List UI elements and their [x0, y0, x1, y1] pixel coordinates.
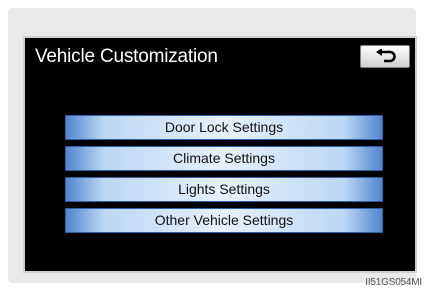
back-button[interactable] — [360, 45, 410, 68]
settings-menu: Door Lock Settings Climate Settings Ligh… — [65, 115, 383, 239]
door-lock-settings-button[interactable]: Door Lock Settings — [65, 115, 383, 140]
page-title: Vehicle Customization — [35, 46, 218, 67]
back-arrow-icon — [376, 49, 396, 63]
lights-settings-button[interactable]: Lights Settings — [65, 177, 383, 202]
climate-settings-button[interactable]: Climate Settings — [65, 146, 383, 171]
other-vehicle-settings-button[interactable]: Other Vehicle Settings — [65, 208, 383, 233]
display-screen: Vehicle Customization Door Lock Settings… — [23, 36, 417, 273]
figure-code: II51GS054MI — [365, 277, 422, 288]
